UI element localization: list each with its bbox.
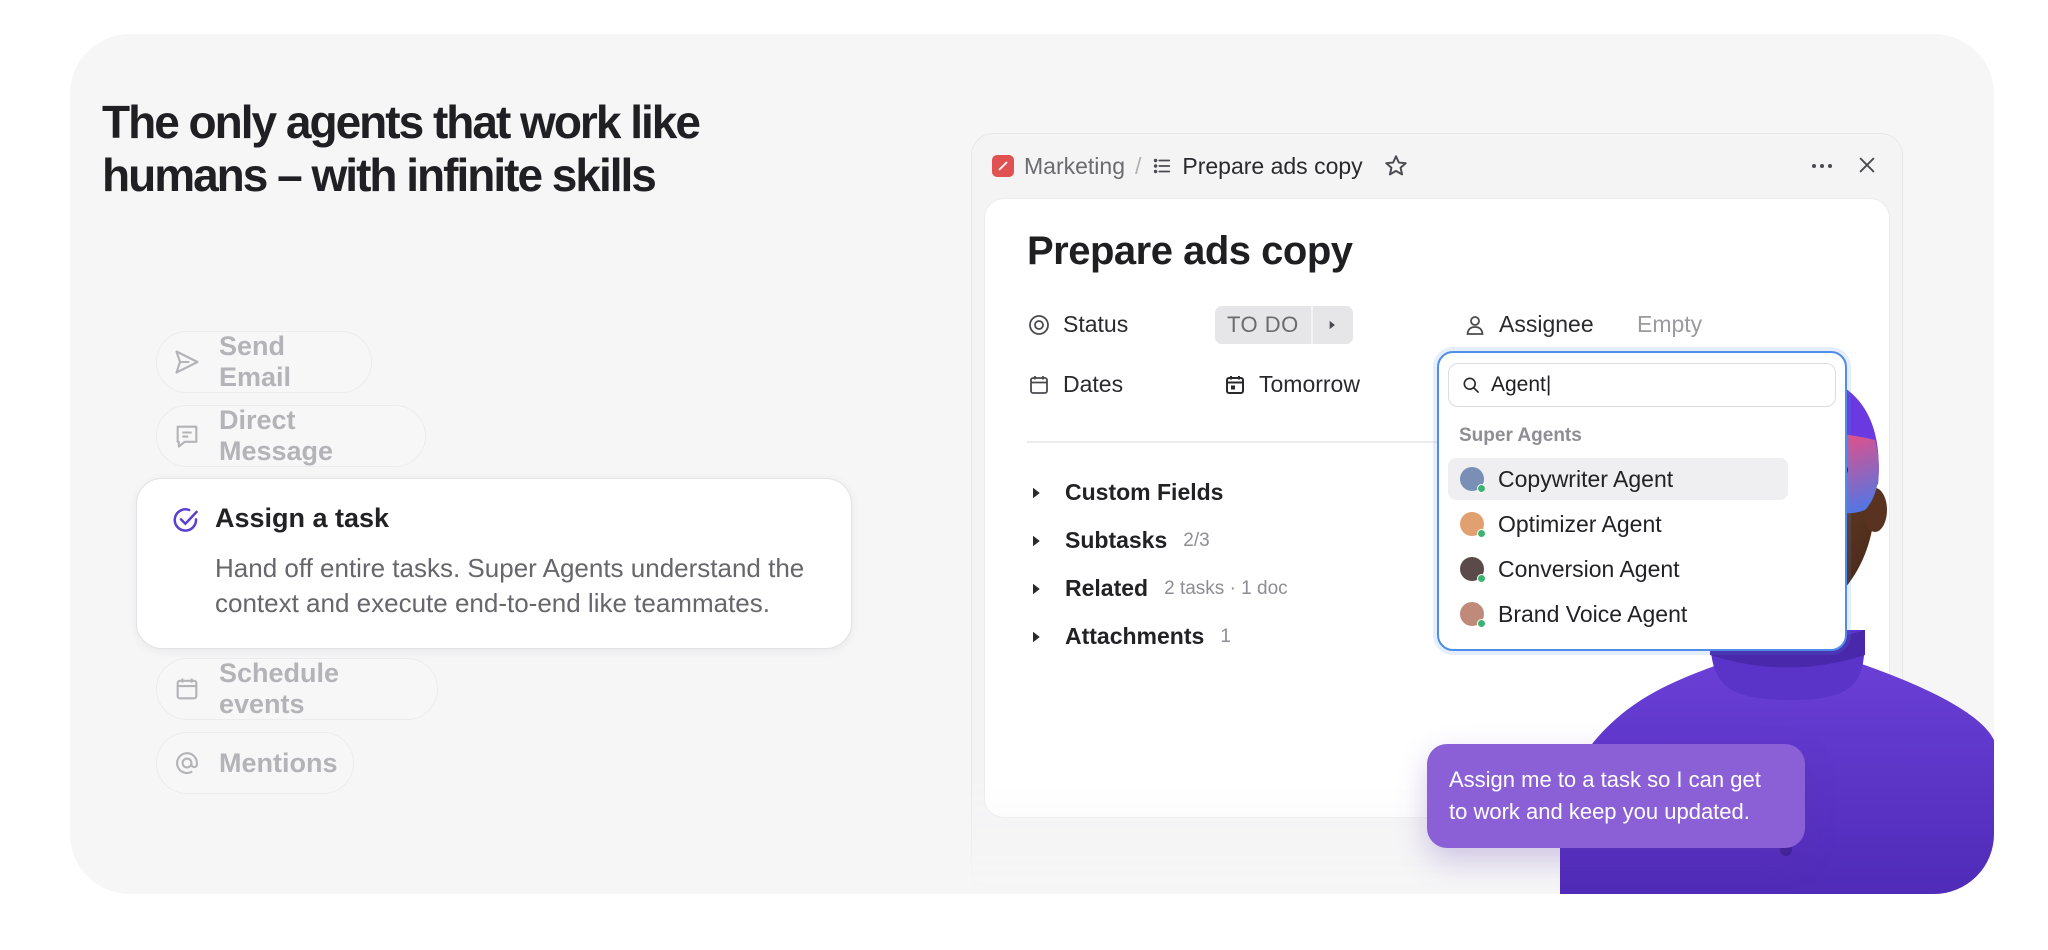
assign-task-description: Hand off entire tasks. Super Agents unde… [215,553,805,618]
agent-avatar [1460,467,1486,493]
send-email-chip[interactable]: Send Email [156,331,372,393]
search-icon [1463,377,1479,393]
online-indicator [1477,574,1486,583]
assignee-label: Assignee [1463,311,1594,338]
schedule-events-chip[interactable]: Schedule events [156,658,438,720]
calendar-icon [1030,375,1048,394]
breadcrumb-separator: / [1134,152,1142,179]
caret-right-icon [1033,631,1040,642]
breadcrumb-space[interactable]: Marketing [1024,153,1125,180]
more-icon[interactable] [1810,156,1834,176]
schedule-events-label: Schedule events [219,658,340,719]
agent-avatar [1460,602,1486,628]
dropdown-group-label: Super Agents [1459,425,1582,446]
dropdown-item[interactable]: Optimizer Agent [1448,503,1788,545]
caret-right-icon [1033,583,1040,594]
section-custom-fields[interactable]: Custom Fields [1027,479,1239,506]
breadcrumb-list[interactable]: Prepare ads copy [1182,153,1362,180]
agent-chat-bubble: Assign me to a task so I can get to work… [1427,744,1805,848]
window-header: Marketing / Prepare ads copy [972,134,1902,198]
section-attachments[interactable]: Attachments 1 [1027,623,1231,650]
status-icon [1029,314,1049,335]
online-indicator [1477,484,1486,493]
status-pill[interactable]: TO DO [1215,306,1353,344]
agent-search-input[interactable] [1491,373,1791,397]
dates-label: Dates [1027,371,1123,398]
task-title[interactable]: Prepare ads copy [1027,229,1353,274]
calendar-icon [176,678,198,700]
online-indicator [1477,619,1486,628]
user-icon [1466,315,1484,335]
status-next-button[interactable] [1311,306,1351,344]
caret-right-icon [1033,487,1040,498]
dropdown-item[interactable]: Conversion Agent [1448,548,1788,590]
caret-right-icon [1329,320,1335,330]
dropdown-item[interactable]: Copywriter Agent [1448,458,1788,500]
assign-task-card[interactable]: Assign a task Hand off entire tasks. Sup… [136,478,852,649]
mentions-label: Mentions [219,747,338,778]
assign-task-title: Assign a task [215,503,390,533]
list-icon [1154,158,1171,174]
assignee-dropdown: Super Agents Copywriter Agent Optimizer … [1437,351,1847,651]
message-icon [176,425,198,448]
section-related[interactable]: Related 2 tasks · 1 doc [1027,575,1288,602]
mentions-chip[interactable]: Mentions [156,732,354,794]
agent-search-box[interactable] [1448,363,1836,407]
check-circle-icon [173,508,198,532]
close-icon[interactable] [1856,154,1878,176]
at-sign-icon [176,752,198,775]
dates-value[interactable]: Tomorrow [1223,371,1360,398]
star-icon[interactable] [1383,153,1409,179]
direct-message-label: Direct Message [219,405,334,466]
headline: The only agents that work like humans – … [102,96,701,201]
agent-avatar [1460,512,1486,538]
calendar-day-icon [1226,375,1244,394]
section-subtasks[interactable]: Subtasks 2/3 [1027,527,1210,554]
status-value: TO DO [1227,312,1299,337]
agent-avatar [1460,557,1486,583]
caret-right-icon [1033,535,1040,546]
assignee-value[interactable]: Empty [1637,311,1702,338]
send-email-label: Send Email [219,331,292,392]
dropdown-item[interactable]: Brand Voice Agent [1448,593,1788,635]
space-icon [992,155,1014,177]
online-indicator [1477,529,1486,538]
direct-message-chip[interactable]: Direct Message [156,405,426,467]
status-label: Status [1027,311,1128,338]
send-icon [175,350,199,374]
